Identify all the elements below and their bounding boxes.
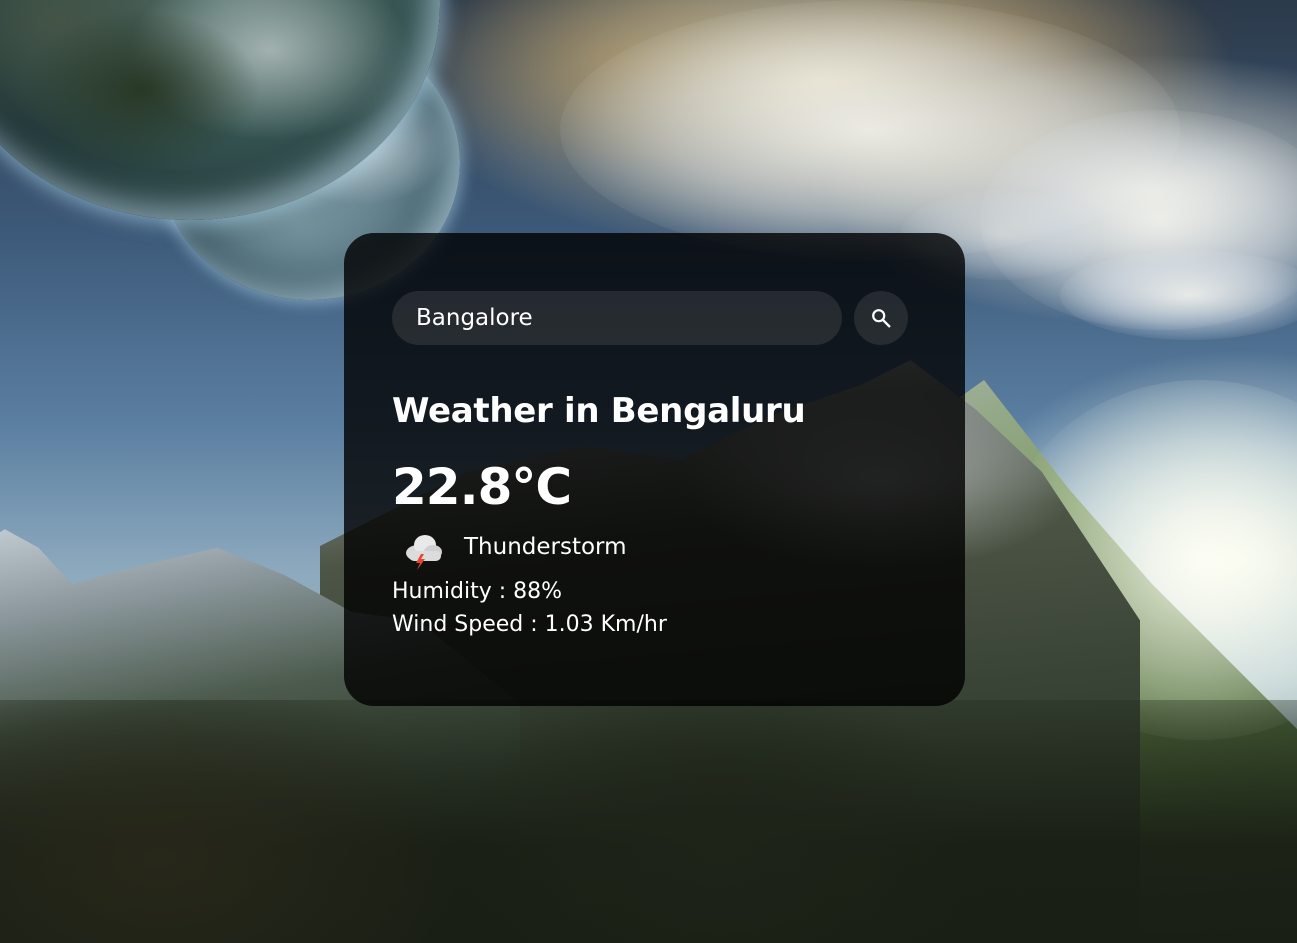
wind-speed: Wind Speed : 1.03 Km/hr — [392, 611, 667, 637]
thunderstorm-cloud-icon — [406, 534, 442, 570]
search-button[interactable] — [854, 291, 908, 345]
humidity: Humidity : 88% — [392, 578, 563, 604]
search-input[interactable] — [392, 291, 842, 345]
search-bar — [392, 291, 917, 345]
city-title: Weather in Bengaluru — [392, 391, 806, 431]
temperature: 22.8°C — [392, 457, 572, 516]
weather-card: Weather in Bengaluru 22.8°C Thunderstorm… — [344, 233, 965, 706]
weather-description-row: Thunderstorm — [392, 523, 917, 571]
weather-description: Thunderstorm — [464, 533, 627, 560]
search-icon — [872, 309, 891, 328]
foreground-trees — [0, 700, 1297, 943]
weather-stats: Humidity : 88% Wind Speed : 1.03 Km/hr — [392, 575, 917, 641]
